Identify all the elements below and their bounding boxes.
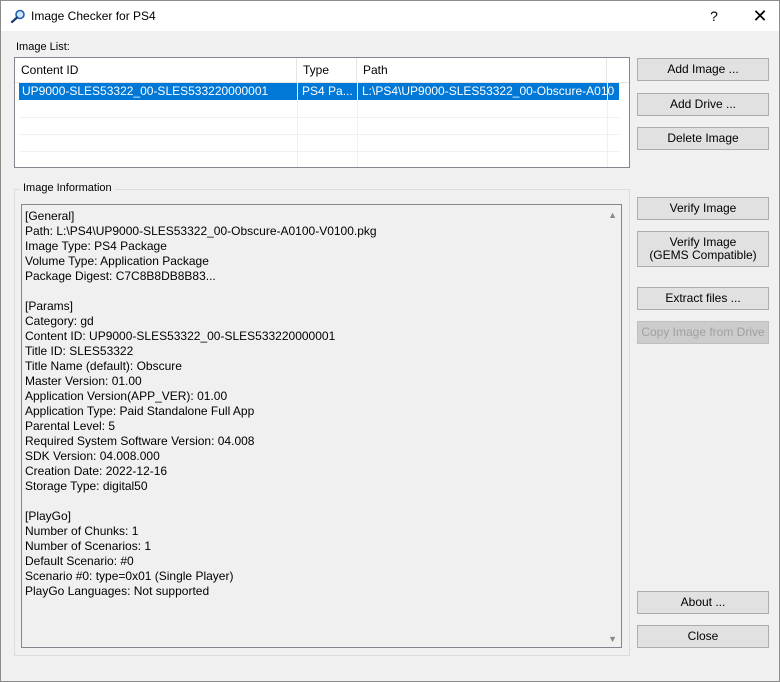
image-information-label: Image Information [20,182,115,194]
verify-image-gems-button[interactable]: Verify Image (GEMS Compatible) [637,231,769,267]
close-button[interactable]: Close [637,625,769,648]
info-line: Content ID: UP9000-SLES53322_00-SLES5332… [25,329,336,343]
scroll-up-arrow-icon[interactable]: ▲ [608,210,617,220]
grid-line [297,83,298,167]
verify-image-button[interactable]: Verify Image [637,197,769,220]
copy-image-from-drive-button[interactable]: Copy Image from Drive [637,321,769,344]
info-line [25,494,600,509]
info-line: Required System Software Version: 04.008 [25,434,255,448]
cell-path: L:\PS4\UP9000-SLES53322_00-Obscure-A010.… [362,84,615,98]
info-line: Title ID: SLES53322 [25,344,134,358]
info-line: Creation Date: 2022-12-16 [25,464,168,478]
title-bar[interactable]: Image Checker for PS4 ? ✕ [1,1,779,31]
info-line: PlayGo Languages: Not supported [25,584,210,598]
info-line: Category: gd [25,314,94,328]
info-line: Master Version: 01.00 [25,374,142,388]
info-lines: [General] Path: L:\PS4\UP9000-SLES53322_0… [25,209,600,599]
delete-image-button[interactable]: Delete Image [637,127,769,150]
info-line: Parental Level: 5 [25,419,116,433]
grid-line [19,117,619,118]
extract-files-button[interactable]: Extract files ... [637,287,769,310]
info-line: Image Type: PS4 Package [25,239,167,253]
about-button[interactable]: About ... [637,591,769,614]
image-list-view[interactable]: Content ID Type Path UP9000-SLES53322_00… [14,57,630,168]
info-line: Default Scenario: #0 [25,554,134,568]
cell-content-id: UP9000-SLES53322_00-SLES533220000001 [22,84,269,98]
scroll-down-arrow-icon[interactable]: ▼ [608,634,617,644]
column-header-type[interactable]: Type [297,58,357,83]
info-line: Title Name (default): Obscure [25,359,182,373]
verify-gems-line2: (GEMS Compatible) [649,248,757,262]
info-line: Package Digest: C7C8B8DB8B83... [25,269,216,283]
column-header-content-id[interactable]: Content ID [15,58,297,83]
info-line: Number of Scenarios: 1 [25,539,152,553]
add-image-button[interactable]: Add Image ... [637,58,769,81]
info-line [25,284,600,299]
grid-line [357,83,358,167]
cell-type: PS4 Pa... [302,84,353,98]
info-line: SDK Version: 04.008.000 [25,449,160,463]
window-title: Image Checker for PS4 [31,9,156,23]
image-list-header: Content ID Type Path [15,58,629,83]
grid-line [607,83,608,167]
info-line: [General] [25,209,75,223]
table-row[interactable]: UP9000-SLES53322_00-SLES533220000001 PS4… [19,83,619,100]
grid-line [19,151,619,152]
info-line: Volume Type: Application Package [25,254,209,268]
column-header-path[interactable]: Path [357,58,607,83]
info-line: Path: L:\PS4\UP9000-SLES53322_00-Obscure… [25,224,377,238]
info-line: Storage Type: digital50 [25,479,148,493]
magnifier-app-icon [10,9,25,23]
info-line: Application Version(APP_VER): 01.00 [25,389,228,403]
close-window-icon[interactable]: ✕ [741,1,779,31]
info-line: [Params] [25,299,74,313]
grid-line [19,134,619,135]
app-window: Image Checker for PS4 ? ✕ Image List: Co… [0,0,780,682]
info-line: Number of Chunks: 1 [25,524,139,538]
info-line: Application Type: Paid Standalone Full A… [25,404,255,418]
info-line: Scenario #0: type=0x01 (Single Player) [25,569,234,583]
image-list-label: Image List: [16,41,70,53]
image-information-text[interactable]: [General] Path: L:\PS4\UP9000-SLES53322_0… [21,204,622,648]
info-line: [PlayGo] [25,509,72,523]
add-drive-button[interactable]: Add Drive ... [637,93,769,116]
help-button[interactable]: ? [697,1,731,31]
